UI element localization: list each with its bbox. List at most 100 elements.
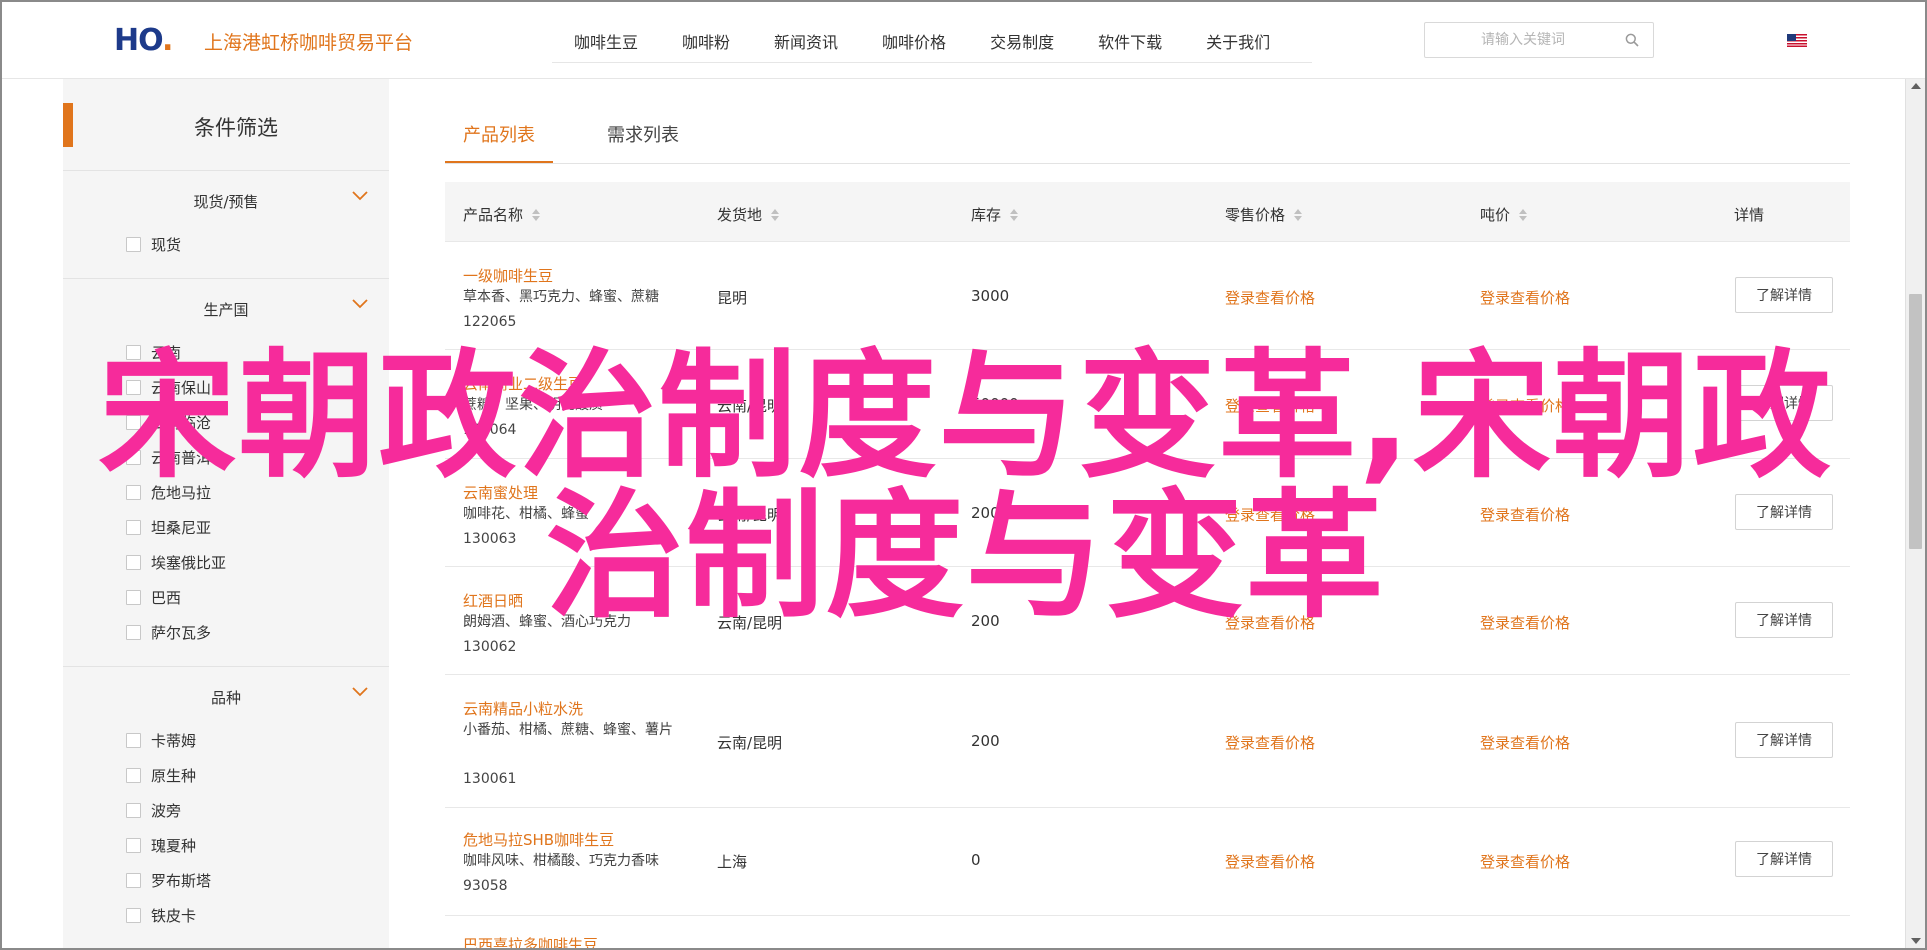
checkbox[interactable] — [126, 873, 141, 888]
checkbox[interactable] — [126, 590, 141, 605]
filter-option[interactable]: 波旁 — [63, 793, 389, 828]
product-name-link[interactable]: 云南蜜处理 — [463, 482, 538, 503]
checkbox[interactable] — [126, 733, 141, 748]
checkbox[interactable] — [126, 415, 141, 430]
scroll-up-arrow-icon[interactable] — [1911, 83, 1921, 89]
filter-option[interactable]: 现货 — [63, 227, 389, 262]
retail-price-login-link[interactable]: 登录查看价格 — [1225, 732, 1315, 753]
filter-option[interactable]: 云南 — [63, 335, 389, 370]
filter-option[interactable]: 埃塞俄比亚 — [63, 545, 389, 580]
column-header-origin[interactable]: 发货地 — [717, 204, 780, 225]
product-id: 130062 — [463, 639, 517, 655]
filter-option[interactable]: 云南保山 — [63, 370, 389, 405]
detail-button[interactable]: 了解详情 — [1735, 841, 1833, 877]
filter-option[interactable]: 危地马拉 — [63, 475, 389, 510]
checkbox[interactable] — [126, 838, 141, 853]
product-name-link[interactable]: 云南精品小粒水洗 — [463, 698, 583, 719]
nav-item-green-beans[interactable]: 咖啡生豆 — [574, 29, 638, 53]
checkbox[interactable] — [126, 520, 141, 535]
filter-option[interactable]: 铁皮卡 — [63, 898, 389, 933]
filter-option[interactable]: 云南普洱 — [63, 440, 389, 475]
nav-item-software[interactable]: 软件下载 — [1098, 29, 1162, 53]
filter-option[interactable]: 巴西 — [63, 580, 389, 615]
checkbox[interactable] — [126, 908, 141, 923]
filter-group-label: 生产国 — [203, 301, 249, 319]
retail-price-login-link[interactable]: 登录查看价格 — [1225, 287, 1315, 308]
column-header-retail-price[interactable]: 零售价格 — [1225, 204, 1303, 225]
product-name-link[interactable]: 云南商业二级生豆 — [463, 373, 583, 394]
checkbox[interactable] — [126, 625, 141, 640]
retail-price-login-link[interactable]: 登录查看价格 — [1225, 395, 1315, 416]
filter-option[interactable]: 瑰夏种 — [63, 828, 389, 863]
checkbox[interactable] — [126, 485, 141, 500]
filter-option[interactable]: 萨尔瓦多 — [63, 615, 389, 650]
site-name[interactable]: 上海港虹桥咖啡贸易平台 — [204, 28, 413, 55]
product-name-link[interactable]: 一级咖啡生豆 — [463, 265, 553, 286]
checkbox[interactable] — [126, 768, 141, 783]
nav-item-news[interactable]: 新闻资讯 — [774, 29, 838, 53]
search-icon[interactable] — [1625, 33, 1639, 47]
checkbox[interactable] — [126, 803, 141, 818]
filter-option[interactable]: 云南临沧 — [63, 405, 389, 440]
filter-option[interactable]: 卡蒂姆 — [63, 723, 389, 758]
detail-button[interactable]: 了解详情 — [1735, 494, 1833, 530]
filter-group-header[interactable]: 生产国 — [63, 279, 389, 335]
product-name-link[interactable]: 巴西喜拉多咖啡生豆 — [463, 934, 598, 948]
filter-group-header[interactable]: 现货/预售 — [63, 171, 389, 227]
product-id: 93058 — [463, 878, 508, 894]
filter-option[interactable]: 坦桑尼亚 — [63, 510, 389, 545]
column-header-stock[interactable]: 库存 — [971, 204, 1019, 225]
product-description: 咖啡花、柑橘、蜂蜜 — [463, 506, 589, 522]
site-logo[interactable]: HO. — [114, 24, 173, 58]
sort-icon[interactable] — [1294, 208, 1303, 221]
product-id: 122065 — [463, 314, 517, 330]
chevron-down-icon[interactable] — [351, 686, 369, 698]
retail-price-login-link[interactable]: 登录查看价格 — [1225, 612, 1315, 633]
nav-item-prices[interactable]: 咖啡价格 — [882, 29, 946, 53]
column-header-ton-price[interactable]: 吨价 — [1480, 204, 1528, 225]
chevron-down-icon[interactable] — [351, 298, 369, 310]
retail-price-login-link[interactable]: 登录查看价格 — [1225, 851, 1315, 872]
column-header-product[interactable]: 产品名称 — [463, 204, 541, 225]
filter-option[interactable]: 原生种 — [63, 758, 389, 793]
nav-item-coffee-powder[interactable]: 咖啡粉 — [682, 29, 730, 53]
ton-price-login-link[interactable]: 登录查看价格 — [1480, 851, 1570, 872]
filter-option[interactable]: 罗布斯塔 — [63, 863, 389, 898]
table-header: 产品名称 发货地 库存 零售价格 吨价 详情 — [445, 182, 1850, 242]
page-scrollbar[interactable] — [1905, 79, 1925, 948]
checkbox[interactable] — [126, 237, 141, 252]
sort-icon[interactable] — [771, 208, 780, 221]
detail-button[interactable]: 了解详情 — [1735, 722, 1833, 758]
ton-price-login-link[interactable]: 登录查看价格 — [1480, 504, 1570, 525]
product-name-link[interactable]: 危地马拉SHB咖啡生豆 — [463, 829, 614, 850]
ton-price-login-link[interactable]: 登录查看价格 — [1480, 395, 1570, 416]
checkbox[interactable] — [126, 380, 141, 395]
product-description: 咖啡风味、柑橘酸、巧克力香味 — [463, 853, 659, 869]
checkbox[interactable] — [126, 450, 141, 465]
table-row: 危地马拉SHB咖啡生豆 咖啡风味、柑橘酸、巧克力香味 93058 上海 0 登录… — [445, 808, 1850, 916]
detail-button[interactable]: 了解详情 — [1735, 277, 1833, 313]
tab-demand-list[interactable]: 需求列表 — [607, 121, 679, 147]
sort-icon[interactable] — [1519, 208, 1528, 221]
product-name-link[interactable]: 红酒日晒 — [463, 590, 523, 611]
filter-group-header[interactable]: 品种 — [63, 667, 389, 723]
product-stock: 0 — [971, 851, 981, 869]
retail-price-login-link[interactable]: 登录查看价格 — [1225, 504, 1315, 525]
sort-icon[interactable] — [1010, 208, 1019, 221]
sort-icon[interactable] — [532, 208, 541, 221]
us-flag-icon[interactable] — [1787, 34, 1807, 47]
scroll-thumb[interactable] — [1909, 294, 1922, 549]
nav-item-trade-rules[interactable]: 交易制度 — [990, 29, 1054, 53]
checkbox[interactable] — [126, 555, 141, 570]
detail-button[interactable]: 了解详情 — [1735, 602, 1833, 638]
detail-button[interactable]: 了解详情 — [1735, 385, 1833, 421]
tab-product-list[interactable]: 产品列表 — [463, 121, 535, 147]
checkbox[interactable] — [126, 345, 141, 360]
ton-price-login-link[interactable]: 登录查看价格 — [1480, 287, 1570, 308]
chevron-down-icon[interactable] — [351, 190, 369, 202]
scroll-down-arrow-icon[interactable] — [1911, 938, 1921, 944]
ton-price-login-link[interactable]: 登录查看价格 — [1480, 732, 1570, 753]
nav-item-about[interactable]: 关于我们 — [1206, 29, 1270, 53]
ton-price-login-link[interactable]: 登录查看价格 — [1480, 612, 1570, 633]
search-input[interactable] — [1425, 23, 1615, 57]
